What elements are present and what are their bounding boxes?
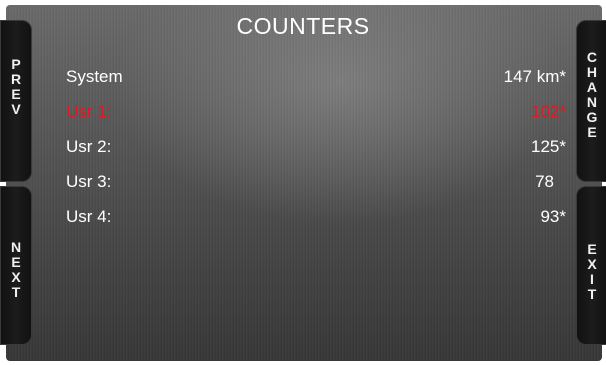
softkey-letter: T	[11, 283, 21, 300]
softkey-letter: E	[11, 86, 21, 102]
counter-value: 147 km*	[503, 67, 566, 86]
counter-label: Usr 3:	[66, 172, 112, 191]
page-title: COUNTERS	[236, 13, 370, 39]
counter-value: 93*	[540, 207, 566, 226]
next-button[interactable]: NEXT	[0, 186, 32, 345]
counter-label: Usr 4:	[66, 207, 112, 226]
softkey-letter: H	[586, 64, 598, 80]
softkey-letter: R	[10, 71, 22, 87]
exit-button[interactable]: EXIT	[576, 186, 606, 345]
softkey-letter: N	[586, 94, 598, 110]
softkey-letter: P	[11, 56, 21, 72]
softkey-letter: N	[10, 238, 22, 255]
counter-row-usr4[interactable]: Usr 4: 93*	[66, 207, 566, 231]
counter-label: System	[66, 67, 123, 86]
counter-row-usr3[interactable]: Usr 3: 78	[66, 172, 566, 196]
exit-label: EXIT	[587, 240, 597, 302]
counter-label: Usr 1:	[66, 102, 112, 121]
softkey-letter: X	[11, 268, 21, 285]
softkey-letter: E	[11, 253, 21, 270]
counter-row-usr1[interactable]: Usr 1: 102*	[66, 102, 566, 126]
softkey-letter: A	[586, 79, 598, 95]
softkey-letter: E	[587, 124, 597, 140]
counter-value: 125*	[531, 137, 566, 156]
counter-row-system[interactable]: System 147 km*	[66, 67, 566, 91]
counter-label: Usr 2:	[66, 137, 112, 156]
softkey-letter: G	[586, 109, 598, 125]
counter-value: 102*	[531, 102, 566, 121]
prev-button[interactable]: PREV	[0, 20, 32, 182]
softkey-letter: T	[587, 285, 597, 302]
counter-value: 78	[535, 172, 554, 191]
prev-label: PREV	[11, 57, 21, 117]
softkey-letter: I	[590, 270, 594, 287]
softkey-letter: X	[587, 255, 597, 272]
change-button[interactable]: CHANGE	[576, 20, 606, 182]
softkey-letter: E	[587, 240, 597, 257]
display-frame: COUNTERS PREV NEXT CHANGE EXIT System 14…	[0, 0, 606, 365]
counter-row-usr2[interactable]: Usr 2: 125*	[66, 137, 566, 161]
softkey-letter: V	[11, 101, 21, 117]
next-label: NEXT	[10, 238, 22, 300]
change-label: CHANGE	[587, 50, 598, 140]
softkey-letter: C	[586, 49, 598, 65]
